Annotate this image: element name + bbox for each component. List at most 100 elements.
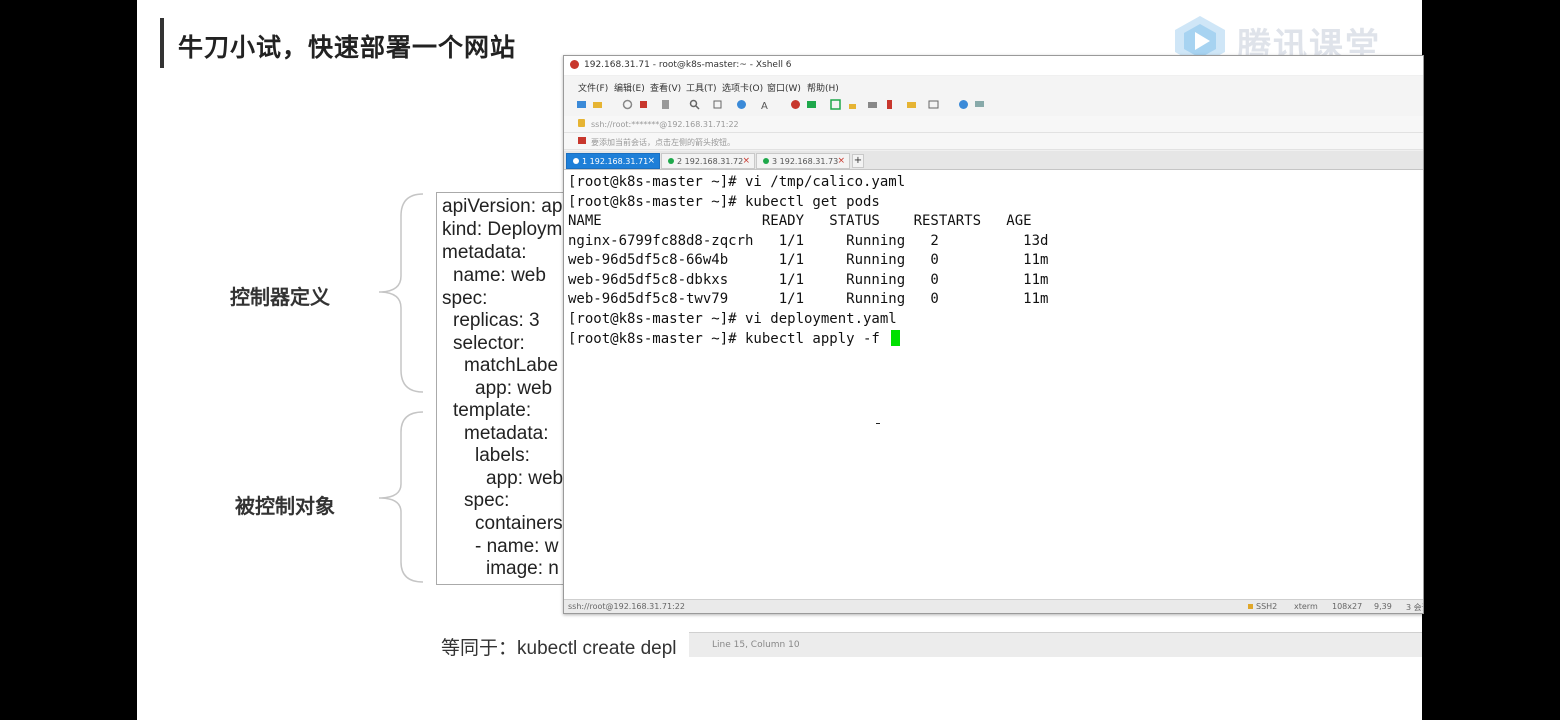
terminal-cursor bbox=[891, 330, 901, 346]
label-controlled-object: 被控制对象 bbox=[235, 494, 335, 518]
terminal-line: [root@k8s-master ~]# kubectl get pods bbox=[568, 193, 880, 210]
new-session-icon[interactable] bbox=[576, 99, 587, 110]
toolbar: A bbox=[564, 94, 1423, 117]
yaml-line: matchLabe bbox=[464, 355, 559, 376]
layout-icon[interactable] bbox=[928, 99, 939, 110]
title-accent-bar bbox=[160, 18, 164, 68]
yaml-line: metadata: bbox=[464, 423, 549, 444]
keyboard-icon[interactable] bbox=[867, 99, 878, 110]
close-icon[interactable]: × bbox=[647, 156, 655, 166]
yaml-line: metadata: bbox=[442, 242, 527, 263]
menu-window[interactable]: 窗口(W) bbox=[767, 81, 801, 94]
address-bar[interactable]: ssh://root:*******@192.168.31.71:22 bbox=[564, 116, 1423, 133]
menu-tabs[interactable]: 选项卡(O) bbox=[722, 81, 763, 94]
add-tab-button[interactable]: + bbox=[852, 154, 864, 168]
bookmark-icon[interactable] bbox=[578, 137, 586, 144]
session-status-dot bbox=[573, 158, 579, 164]
yaml-line: apiVersion: ap bbox=[442, 196, 563, 217]
open-folder-icon[interactable] bbox=[592, 99, 603, 110]
brace-controlled bbox=[378, 411, 424, 583]
status-connection: ssh://root@192.168.31.71:22 bbox=[568, 602, 685, 611]
terminal-line: web-96d5df5c8-dbkxs 1/1 Running 0 11m bbox=[568, 271, 1049, 288]
window-titlebar[interactable]: 192.168.31.71 - root@k8s-master:~ - Xshe… bbox=[564, 56, 1423, 75]
globe-icon[interactable] bbox=[736, 99, 747, 110]
yaml-line: kind: Deploym bbox=[442, 219, 563, 240]
terminal-line: nginx-6799fc88d8-zqcrh 1/1 Running 2 13d bbox=[568, 232, 1049, 249]
menu-edit[interactable]: 编辑(E) bbox=[614, 81, 645, 94]
xftp-icon[interactable] bbox=[790, 99, 801, 110]
properties-icon[interactable] bbox=[660, 99, 671, 110]
address-text: ssh://root:*******@192.168.31.71:22 bbox=[591, 120, 739, 129]
close-icon[interactable]: × bbox=[742, 156, 750, 166]
terminal-line: [root@k8s-master ~]# vi deployment.yaml bbox=[568, 310, 897, 327]
yaml-line: selector: bbox=[453, 333, 525, 354]
terminal-line: web-96d5df5c8-66w4b 1/1 Running 0 11m bbox=[568, 252, 1049, 268]
session-status-dot bbox=[763, 158, 769, 164]
status-term: xterm bbox=[1294, 602, 1318, 611]
menu-help[interactable]: 帮助(H) bbox=[807, 81, 839, 94]
menu-bar: 文件(F) 编辑(E) 查看(V) 工具(T) 选项卡(O) 窗口(W) 帮助(… bbox=[564, 76, 1423, 94]
close-icon[interactable]: × bbox=[837, 156, 845, 166]
find-icon[interactable] bbox=[689, 99, 700, 110]
menu-tools[interactable]: 工具(T) bbox=[686, 81, 717, 94]
window-title: 192.168.31.71 - root@k8s-master:~ - Xshe… bbox=[584, 60, 792, 70]
help-icon[interactable] bbox=[958, 99, 969, 110]
tab-session-2[interactable]: 2 192.168.31.72 × bbox=[661, 153, 755, 169]
status-protocol: SSH2 bbox=[1256, 602, 1278, 611]
session-hint-bar: 要添加当前会话，点击左侧的箭头按钮。 bbox=[564, 133, 1423, 150]
xshell-window[interactable]: 192.168.31.71 - root@k8s-master:~ - Xshe… bbox=[563, 55, 1424, 614]
svg-text:A: A bbox=[761, 101, 768, 110]
slide-footer: 等同于：kubectl create depl bbox=[441, 638, 677, 659]
reconnect-icon[interactable] bbox=[622, 99, 633, 110]
hint-text: 要添加当前会话，点击左侧的箭头按钮。 bbox=[591, 138, 735, 147]
yaml-line: name: web bbox=[453, 265, 546, 286]
disconnect-icon[interactable] bbox=[638, 99, 649, 110]
menu-file[interactable]: 文件(F) bbox=[578, 81, 608, 94]
tab-label: 3 192.168.31.73 bbox=[772, 157, 839, 166]
transfer-icon[interactable] bbox=[806, 99, 817, 110]
yaml-line: labels: bbox=[475, 445, 530, 466]
lock-icon bbox=[578, 119, 585, 127]
tab-label: 1 192.168.31.71 bbox=[582, 157, 649, 166]
yaml-line: app: web bbox=[486, 468, 564, 489]
status-sessions: 3 会话 bbox=[1406, 603, 1423, 612]
xshell-app-icon bbox=[570, 60, 579, 69]
fullscreen-icon[interactable] bbox=[830, 99, 841, 110]
font-icon[interactable]: A bbox=[760, 99, 771, 110]
yaml-line: image: n bbox=[486, 558, 559, 579]
terminal-line: NAME READY STATUS RESTARTS AGE bbox=[568, 213, 1032, 229]
background-editor-statusbar: Line 15, Column 10 bbox=[689, 632, 1422, 657]
tab-session-1[interactable]: 1 192.168.31.71 × bbox=[566, 153, 660, 169]
lock-icon[interactable] bbox=[847, 99, 858, 110]
copy-icon[interactable] bbox=[712, 99, 723, 110]
yaml-line: - name: w bbox=[475, 536, 559, 557]
terminal-line: [root@k8s-master ~]# vi /tmp/calico.yaml bbox=[568, 174, 906, 190]
brace-controller bbox=[378, 193, 424, 393]
session-tab-bar: 1 192.168.31.71 × 2 192.168.31.72 × 3 19… bbox=[564, 151, 1423, 170]
label-controller-definition: 控制器定义 bbox=[230, 285, 330, 309]
script-icon[interactable] bbox=[884, 99, 895, 110]
yaml-line: spec: bbox=[442, 288, 488, 309]
menu-view[interactable]: 查看(V) bbox=[650, 81, 681, 94]
session-status-dot bbox=[668, 158, 674, 164]
folder-icon[interactable] bbox=[906, 99, 917, 110]
editor-cursor-position: Line 15, Column 10 bbox=[712, 640, 800, 650]
chat-icon[interactable] bbox=[974, 99, 985, 110]
status-cursor-pos: 9,39 bbox=[1374, 602, 1392, 611]
tab-label: 2 192.168.31.72 bbox=[677, 157, 744, 166]
yaml-line: containers bbox=[475, 513, 563, 534]
terminal-input-text: [root@k8s-master ~]# kubectl apply -f bbox=[568, 331, 889, 347]
ssh-status-icon bbox=[1248, 604, 1253, 609]
terminal-line: web-96d5df5c8-twv79 1/1 Running 0 11m bbox=[568, 291, 1049, 307]
status-bar: ssh://root@192.168.31.71:22 SSH2 xterm 1… bbox=[564, 599, 1423, 613]
yaml-line: template: bbox=[453, 400, 532, 421]
terminal-area[interactable]: [root@k8s-master ~]# vi /tmp/calico.yaml… bbox=[564, 170, 1423, 599]
yaml-line: app: web bbox=[475, 378, 553, 399]
yaml-line: replicas: 3 bbox=[453, 310, 540, 331]
mouse-ibeam-icon bbox=[876, 423, 880, 424]
yaml-line: spec: bbox=[464, 490, 510, 511]
slide-title: 牛刀小试，快速部署一个网站 bbox=[178, 33, 517, 62]
terminal-prompt-line[interactable]: [root@k8s-master ~]# kubectl apply -f bbox=[568, 330, 901, 347]
tab-session-3[interactable]: 3 192.168.31.73 × bbox=[756, 153, 850, 169]
status-size: 108x27 bbox=[1332, 602, 1363, 611]
